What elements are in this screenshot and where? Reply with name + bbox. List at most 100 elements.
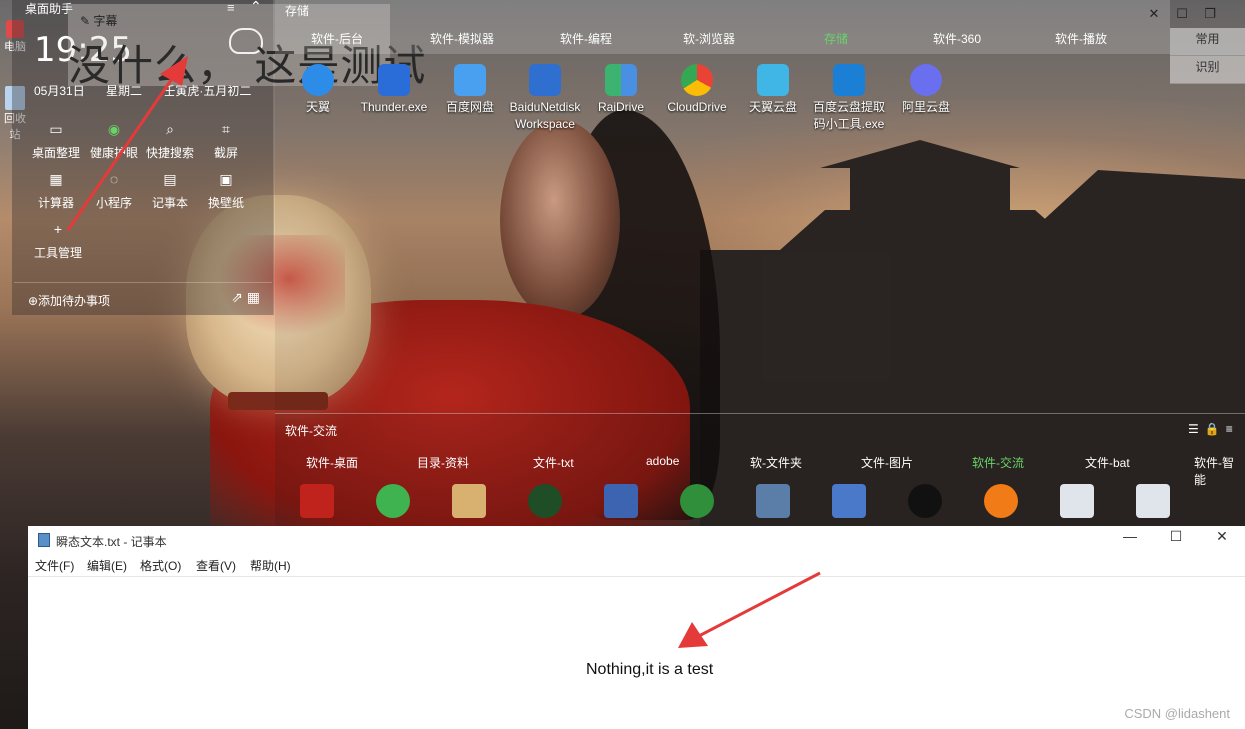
watermark: CSDN @lidashent <box>1124 706 1230 721</box>
fence-tab-active[interactable]: 软件-交流 <box>972 454 1024 471</box>
raidrive-icon <box>605 64 637 96</box>
fence-tabs: 软件-后台 软件-模拟器 软件-编程 软-浏览器 存储 软件-360 软件-播放 <box>275 30 1170 52</box>
fence-side-buttons: 常用 识别 <box>1170 28 1245 84</box>
fence-tab[interactable]: adobe <box>646 454 679 468</box>
extract-tool-icon <box>833 64 865 96</box>
app-thunder[interactable]: Thunder.exe <box>356 64 432 116</box>
baidu-workspace-icon <box>529 64 561 96</box>
menu-help[interactable]: 帮助(H) <box>250 557 291 574</box>
annotation-arrow-bottom <box>678 571 821 648</box>
maximize-icon[interactable]: ☐ <box>1168 6 1196 22</box>
fence-tab[interactable]: 文件-bat <box>1085 454 1130 471</box>
maximize-icon[interactable]: ☐ <box>1153 528 1199 545</box>
fence-tab[interactable]: 软件-编程 <box>560 30 612 47</box>
fence-tab[interactable]: 软件-智能 <box>1194 454 1245 488</box>
notepad-title: 瞬态文本.txt - 记事本 <box>56 535 167 549</box>
notepad-window: 瞬态文本.txt - 记事本 — ☐ ✕ 文件(F) 编辑(E) 格式(O) 查看(… <box>28 526 1245 729</box>
fence-tab[interactable]: 文件-图片 <box>861 454 913 471</box>
app-label: CloudDrive <box>667 100 727 114</box>
monitor-icon[interactable] <box>832 484 866 518</box>
restore-icon[interactable]: ❐ <box>1196 6 1224 22</box>
chess-icon[interactable] <box>452 484 486 518</box>
fence-tab[interactable]: 软件-360 <box>933 30 981 47</box>
notepad-icon <box>38 533 50 547</box>
subtitle-window-title: ✎ 字幕 <box>80 12 117 29</box>
baidu-netdisk-icon <box>454 64 486 96</box>
tool-label: 工具管理 <box>33 246 82 260</box>
cloud-drive-icon <box>757 64 789 96</box>
app-baidu-netdisk[interactable]: 百度网盘 <box>432 64 508 116</box>
app-label: 天翼云盘 <box>748 100 797 114</box>
fence-tab-active[interactable]: 存储 <box>824 30 848 47</box>
recognize-button[interactable]: 识别 <box>1170 56 1245 84</box>
app-tianyi[interactable]: 天翼 <box>280 64 356 116</box>
add-todo-button[interactable]: ⊕添加待办事项 <box>28 292 110 309</box>
remote-icon[interactable] <box>756 484 790 518</box>
assistant-title: 桌面助手 <box>25 2 74 16</box>
app-label: Thunder.exe <box>360 100 428 114</box>
subtitle-title-label: 字幕 <box>93 14 118 28</box>
thunder-icon <box>378 64 410 96</box>
image-icon: ▣ <box>219 171 233 187</box>
app-baidu-workspace[interactable]: BaiduNetdiskWorkspace <box>505 64 585 133</box>
app-label: 阿里云盘 <box>901 100 950 114</box>
annotation-arrow-top <box>66 56 188 231</box>
settings-icon[interactable] <box>1136 484 1170 518</box>
clouddrive-icon <box>681 64 713 96</box>
window-controls: — ☐ ✕ <box>1107 528 1245 545</box>
feather-icon: ✎ <box>80 14 94 28</box>
app-baidu-extract-tool[interactable]: 百度云盘提取码小工具.exe <box>808 64 890 133</box>
tool-wallpaper[interactable]: ▣ 换壁纸 <box>196 170 256 211</box>
share-qr-icons[interactable]: ⇗ ▦ <box>231 289 260 306</box>
close-icon[interactable]: ✕ <box>1140 6 1168 22</box>
app-tianyi-cloud[interactable]: 天翼云盘 <box>735 64 811 116</box>
filezilla-icon[interactable] <box>300 484 334 518</box>
wechat-icon[interactable] <box>376 484 410 518</box>
app-icon[interactable] <box>528 484 562 518</box>
notepad-content: Nothing,it is a test <box>586 661 714 678</box>
notepad-menubar: 文件(F) 编辑(E) 格式(O) 查看(V) 帮助(H) <box>28 554 1245 576</box>
aliyun-drive-icon <box>910 64 942 96</box>
common-button[interactable]: 常用 <box>1170 28 1245 56</box>
wifi-icon[interactable] <box>984 484 1018 518</box>
fence-tab[interactable]: 目录-资料 <box>417 454 469 471</box>
app-clouddrive[interactable]: CloudDrive <box>659 64 735 116</box>
tree-icon[interactable] <box>680 484 714 518</box>
fence-tab[interactable]: 软件-后台 <box>311 30 363 47</box>
notepad-titlebar[interactable]: 瞬态文本.txt - 记事本 — ☐ ✕ <box>28 526 1245 554</box>
tool-label: 截屏 <box>213 146 238 160</box>
close-icon[interactable]: ✕ <box>1199 528 1245 545</box>
tianyi-icon <box>302 64 334 96</box>
network-icon[interactable] <box>604 484 638 518</box>
minimize-icon[interactable]: — <box>1107 528 1153 544</box>
settings-icon[interactable] <box>1060 484 1094 518</box>
app-label: 百度云盘提取码小工具.exe <box>812 100 885 131</box>
fence-title: 软件-交流 <box>285 424 337 438</box>
app-label: 天翼 <box>305 100 330 114</box>
fence-controls[interactable]: ☰🔒≡ <box>1188 422 1239 436</box>
fence-window-controls: ✕ ☐ ❐ <box>1140 6 1224 22</box>
menu-view[interactable]: 查看(V) <box>196 557 236 574</box>
app-label: 百度网盘 <box>445 100 494 114</box>
menu-format[interactable]: 格式(O) <box>140 557 181 574</box>
fence-tab[interactable]: 文件-txt <box>533 454 574 471</box>
todo-bar: ⊕添加待办事项 ⇗ ▦ <box>14 282 272 314</box>
fence-tab[interactable]: 软-浏览器 <box>683 30 735 47</box>
fence-tab[interactable]: 软件-模拟器 <box>430 30 494 47</box>
app-label: BaiduNetdiskWorkspace <box>509 100 581 131</box>
tool-label: 换壁纸 <box>207 196 244 210</box>
app-label: RaiDrive <box>597 100 644 114</box>
app-raidrive[interactable]: RaiDrive <box>583 64 659 116</box>
fence-storage <box>275 0 1245 415</box>
fence-tab[interactable]: 软-文件夹 <box>750 454 802 471</box>
crop-icon: ⌗ <box>222 121 230 137</box>
menu-file[interactable]: 文件(F) <box>35 557 74 574</box>
qq-icon[interactable] <box>908 484 942 518</box>
app-aliyun-drive[interactable]: 阿里云盘 <box>888 64 964 116</box>
fence-title: 存储 <box>285 4 310 18</box>
fence-tab[interactable]: 软件-桌面 <box>306 454 358 471</box>
menu-edit[interactable]: 编辑(E) <box>87 557 127 574</box>
notepad-text-area[interactable]: Nothing,it is a test <box>28 576 1245 729</box>
fence-tab[interactable]: 软件-播放 <box>1055 30 1107 47</box>
tool-screenshot[interactable]: ⌗ 截屏 <box>196 120 256 161</box>
